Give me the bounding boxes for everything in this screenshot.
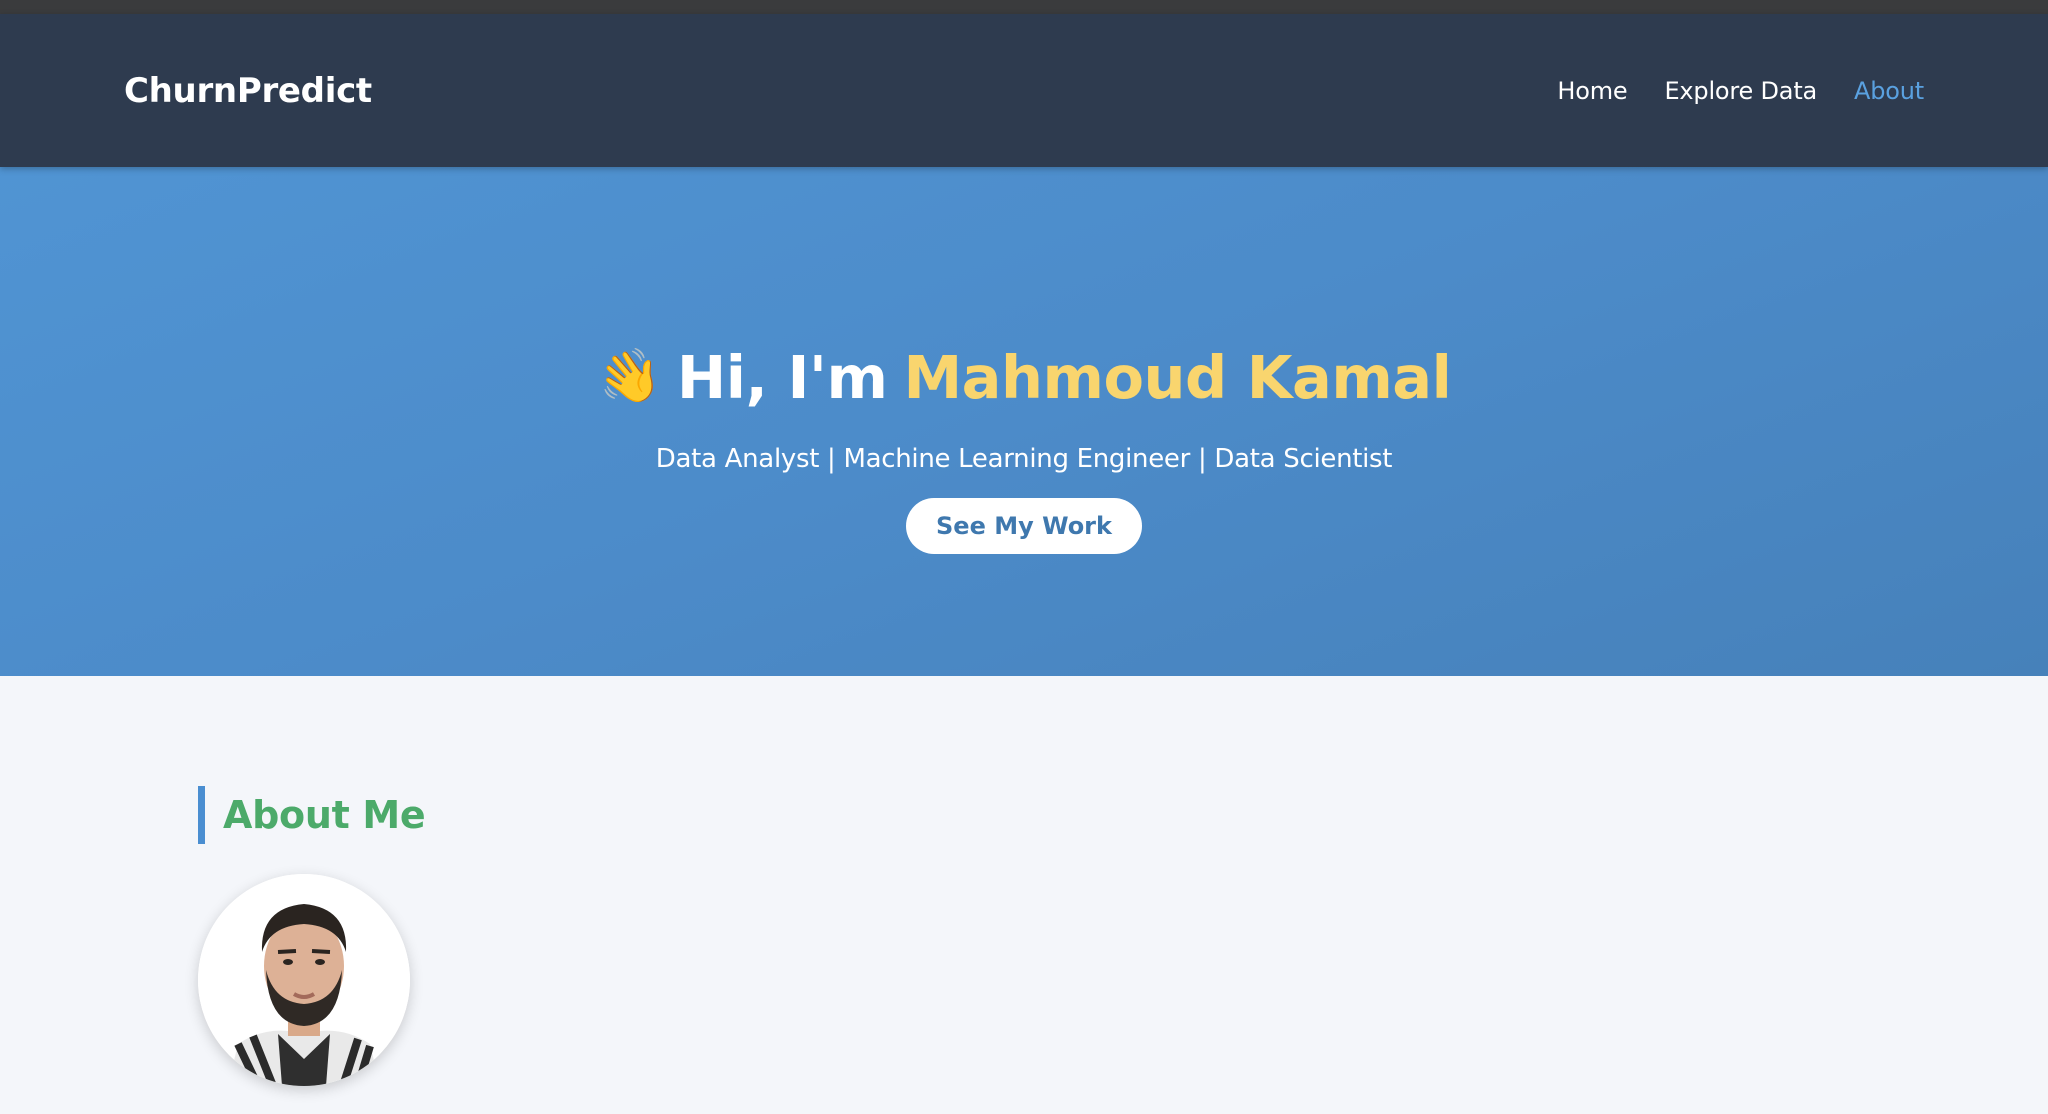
waving-hand-icon: 👋 xyxy=(591,342,666,413)
hero-section: 👋 Hi, I'm Mahmoud Kamal Data Analyst | M… xyxy=(0,167,2048,676)
nav-links: Home Explore Data About xyxy=(1557,77,1924,105)
nav-link-about[interactable]: About xyxy=(1854,77,1924,105)
nav-link-explore-data[interactable]: Explore Data xyxy=(1664,77,1817,105)
nav-link-home[interactable]: Home xyxy=(1557,77,1627,105)
avatar xyxy=(198,874,410,1086)
navbar: ChurnPredict Home Explore Data About xyxy=(0,14,2048,167)
about-heading: About Me xyxy=(198,786,2048,844)
about-heading-text: About Me xyxy=(223,793,426,837)
hero-subtitle: Data Analyst | Machine Learning Engineer… xyxy=(655,444,1393,474)
see-my-work-button[interactable]: See My Work xyxy=(906,498,1142,554)
hero-title: 👋 Hi, I'm Mahmoud Kamal xyxy=(592,342,1452,412)
hero-greeting: Hi, I'm xyxy=(676,343,888,412)
profile-photo-icon xyxy=(198,874,410,1086)
hero-name: Mahmoud Kamal xyxy=(903,343,1452,412)
browser-top-strip xyxy=(0,0,2048,14)
brand-logo[interactable]: ChurnPredict xyxy=(124,71,372,111)
about-section: About Me xyxy=(0,676,2048,1086)
